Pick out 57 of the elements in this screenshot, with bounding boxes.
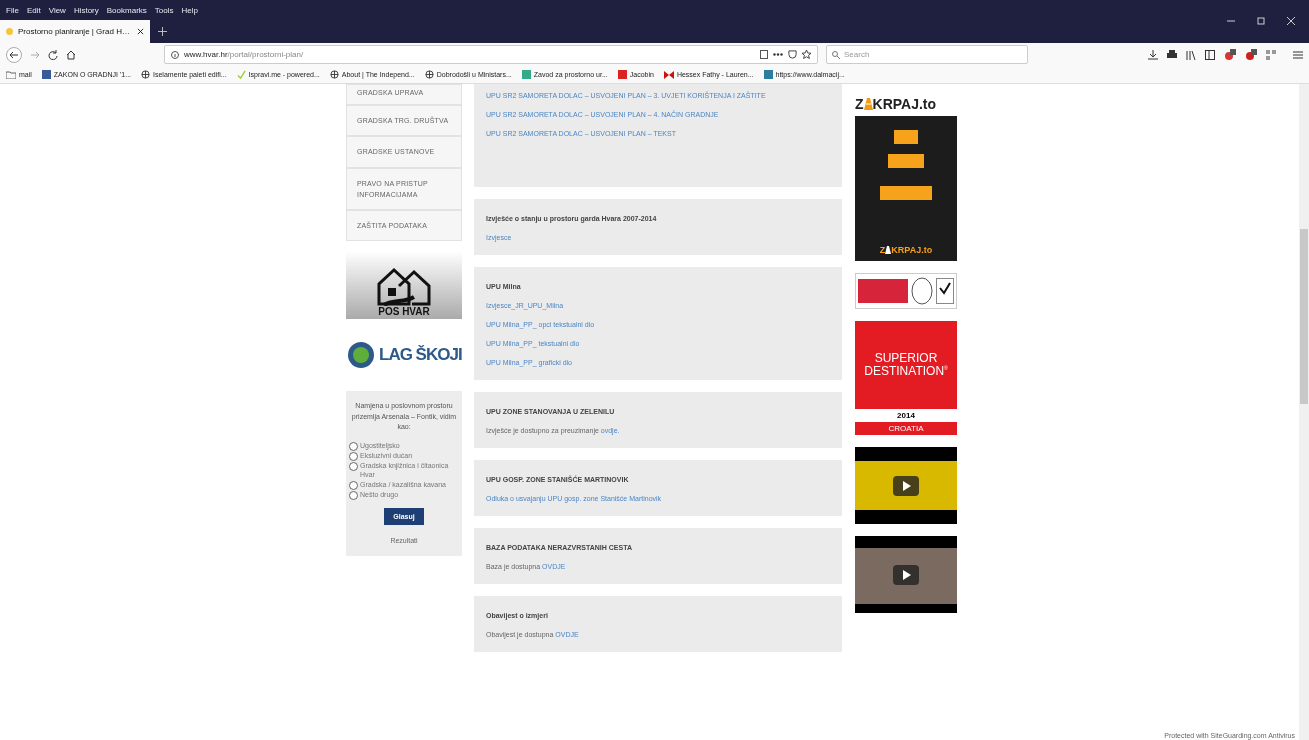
scrollbar-thumb[interactable]	[1300, 229, 1308, 404]
info-icon	[171, 50, 179, 59]
square-icon	[521, 70, 531, 79]
back-icon[interactable]	[6, 46, 22, 63]
check-icon	[236, 70, 246, 79]
menu-item[interactable]: Bookmarks	[106, 5, 147, 15]
folder-icon	[6, 70, 16, 79]
more-icon[interactable]	[773, 53, 783, 56]
menu-item[interactable]: Edit	[26, 5, 41, 15]
pos-hvar-banner[interactable]: POS HVAR	[346, 251, 462, 320]
address-bar[interactable]: www.hvar.hr/portal/prostorni-plan/	[164, 45, 818, 64]
seal-icon	[911, 277, 933, 305]
new-tab-icon[interactable]	[158, 27, 167, 36]
star-icon[interactable]	[802, 50, 811, 59]
checkmark-icon	[936, 278, 954, 304]
play-icon[interactable]	[893, 475, 919, 496]
certificate-strip	[858, 279, 908, 303]
home-icon[interactable]	[66, 49, 76, 60]
close-icon[interactable]	[137, 28, 144, 35]
cone-icon	[863, 98, 873, 110]
video-thumbnail[interactable]	[855, 536, 957, 613]
menu-item[interactable]: Tools	[154, 5, 174, 15]
square-icon	[41, 70, 51, 79]
reload-icon[interactable]	[48, 49, 58, 60]
menu-item[interactable]: History	[73, 5, 99, 15]
circle-logo-icon	[346, 340, 376, 371]
square-icon	[617, 70, 627, 79]
menu-item[interactable]: View	[48, 5, 66, 15]
certificate-banner[interactable]	[855, 273, 957, 309]
sidebar-icon[interactable]	[1205, 49, 1215, 60]
menu-icon[interactable]	[1293, 49, 1303, 60]
extension-icon[interactable]	[1245, 48, 1257, 61]
qr-icon[interactable]	[1266, 49, 1276, 60]
video-thumbnail[interactable]	[855, 447, 957, 524]
browser-tab[interactable]: Prostorno planiranje | Grad H…	[0, 20, 150, 43]
print-icon[interactable]	[1167, 49, 1177, 60]
document-icon	[763, 70, 773, 79]
globe-icon	[141, 70, 151, 79]
zakrpaj-poster[interactable]: Z KRPAJ.to	[855, 116, 957, 261]
extension-icon[interactable]	[1224, 48, 1236, 61]
menu-item[interactable]: Help	[181, 5, 198, 15]
reader-icon[interactable]	[760, 50, 768, 59]
cone-icon	[885, 246, 892, 254]
lag-skoji-logo[interactable]: LAG ŠKOJI	[346, 329, 462, 382]
pocket-icon[interactable]	[788, 50, 797, 59]
zakrpaj-logo[interactable]: Z KRPAJ.to	[855, 96, 957, 112]
scrollbar[interactable]	[1299, 84, 1309, 740]
play-icon[interactable]	[893, 564, 919, 585]
bow-icon	[663, 70, 674, 79]
globe-icon	[424, 70, 434, 79]
globe-icon	[329, 70, 339, 79]
download-icon[interactable]	[1148, 49, 1158, 60]
library-icon[interactable]	[1186, 49, 1196, 60]
restore-icon[interactable]	[1257, 16, 1265, 25]
favicon-icon	[6, 28, 13, 35]
search-icon	[832, 50, 840, 59]
menu-item[interactable]: File	[6, 5, 19, 15]
